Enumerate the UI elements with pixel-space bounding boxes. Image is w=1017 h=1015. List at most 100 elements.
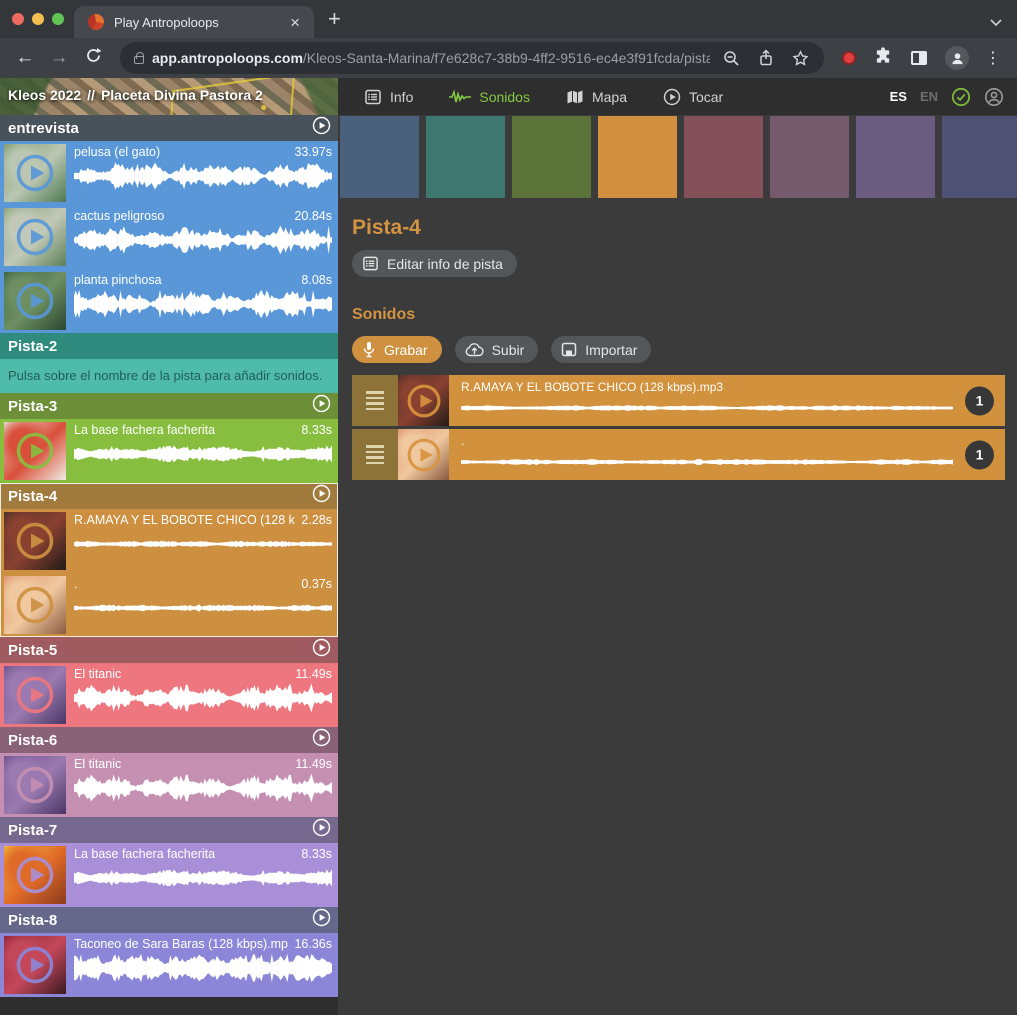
track-header[interactable]: Pista-7 [0, 817, 338, 843]
track-color-tab-1[interactable] [340, 116, 419, 198]
nav-item-tocar[interactable]: Tocar [663, 88, 723, 106]
sound-item[interactable]: planta pinchosa8.08s [0, 269, 338, 333]
grabar-button[interactable]: Grabar [352, 336, 442, 363]
window-close-button[interactable] [12, 13, 24, 25]
sound-play-button[interactable] [4, 936, 66, 994]
sound-row-content[interactable]: R.AMAYA Y EL BOBOTE CHICO (128 kbps).mp3… [449, 375, 1005, 426]
sound-duration: 8.33s [301, 847, 332, 861]
loop-count-badge: 1 [965, 440, 994, 469]
track-color-tab-7[interactable] [856, 116, 935, 198]
track-header[interactable]: Pista-8 [0, 907, 338, 933]
sound-play-button[interactable] [4, 422, 66, 480]
sound-name: R.AMAYA Y EL BOBOTE CHICO (128 kbps).mp3 [461, 380, 953, 394]
track-color-tab-2[interactable] [426, 116, 505, 198]
sound-item[interactable]: La base fachera facherita8.33s [0, 843, 338, 907]
account-icon[interactable] [984, 87, 1004, 107]
nav-item-mapa[interactable]: Mapa [566, 89, 627, 105]
track-header[interactable]: Pista-6 [0, 727, 338, 753]
sound-play-button[interactable] [4, 144, 66, 202]
tab-list-chevron-icon[interactable] [989, 14, 1003, 32]
sound-thumbnail[interactable] [4, 576, 66, 634]
share-icon[interactable] [753, 49, 779, 67]
sound-item[interactable]: La base fachera facherita8.33s [0, 419, 338, 483]
sound-play-button[interactable] [4, 846, 66, 904]
sound-item[interactable]: cactus peligroso20.84s [0, 205, 338, 269]
track-header[interactable]: Pista-2 [0, 333, 338, 359]
sound-thumbnail[interactable] [4, 666, 66, 724]
sound-play-button[interactable] [4, 666, 66, 724]
sound-item[interactable]: pelusa (el gato)33.97s [0, 141, 338, 205]
track-color-tab-8[interactable] [942, 116, 1017, 198]
track-map-thumbnail[interactable]: Kleos 2022//Placeta Divina Pastora 2 [0, 78, 338, 115]
lang-es-button[interactable]: ES [890, 89, 907, 104]
track-play-button[interactable] [312, 818, 331, 842]
breadcrumb-project[interactable]: Kleos 2022 [8, 87, 81, 103]
track-play-button[interactable] [312, 484, 331, 508]
drag-handle[interactable] [352, 429, 398, 480]
sound-play-button[interactable] [4, 208, 66, 266]
browser-tab[interactable]: Play Antropoloops × [74, 6, 314, 38]
sound-name: El titanic [74, 667, 121, 681]
sound-play-button[interactable] [4, 756, 66, 814]
track-color-tab-3[interactable] [512, 116, 591, 198]
nav-item-sonidos[interactable]: Sonidos [449, 89, 530, 105]
track-header[interactable]: Pista-5 [0, 637, 338, 663]
zoom-out-icon[interactable] [718, 50, 745, 67]
track-play-button[interactable] [312, 638, 331, 662]
reload-button[interactable] [78, 47, 108, 70]
address-bar[interactable]: app.antropoloops.com/Kleos-Santa-Marina/… [120, 42, 824, 74]
sound-thumbnail[interactable] [4, 144, 66, 202]
track-play-button[interactable] [312, 728, 331, 752]
record-extension-icon[interactable] [842, 51, 856, 65]
lang-en-button[interactable]: EN [920, 89, 938, 104]
importar-button[interactable]: Importar [551, 336, 651, 363]
sound-thumbnail[interactable] [4, 512, 66, 570]
track-color-tab-5[interactable] [684, 116, 763, 198]
sound-play-button[interactable] [398, 375, 449, 426]
sound-item[interactable]: R.AMAYA Y EL BOBOTE CHICO (128 kbps)....… [0, 509, 338, 573]
drag-handle[interactable] [352, 375, 398, 426]
forward-button[interactable]: → [44, 47, 74, 69]
extensions-puzzle-icon[interactable] [874, 46, 893, 70]
sound-thumbnail[interactable] [4, 846, 66, 904]
sound-waveform [74, 161, 332, 191]
sound-play-button[interactable] [4, 272, 66, 330]
track-color-tab-6[interactable] [770, 116, 849, 198]
window-minimize-button[interactable] [32, 13, 44, 25]
track-color-tab-4[interactable] [598, 116, 677, 198]
tab-close-icon[interactable]: × [286, 12, 304, 33]
sound-item[interactable]: Taconeo de Sara Baras (128 kbps).mp316.3… [0, 933, 338, 997]
sound-thumbnail[interactable] [4, 756, 66, 814]
sound-item[interactable]: El titanic11.49s [0, 663, 338, 727]
window-zoom-button[interactable] [52, 13, 64, 25]
nav-item-info[interactable]: Info [364, 88, 413, 106]
sound-row-content[interactable]: .1 [449, 429, 1005, 480]
sound-play-button[interactable] [398, 429, 449, 480]
sound-thumbnail[interactable] [4, 208, 66, 266]
track-play-button[interactable] [312, 394, 331, 418]
sound-play-button[interactable] [4, 512, 66, 570]
sound-play-button[interactable] [4, 576, 66, 634]
sound-thumbnail[interactable] [398, 429, 449, 480]
sound-thumbnail[interactable] [4, 422, 66, 480]
track-header[interactable]: Pista-3 [0, 393, 338, 419]
track-play-button[interactable] [312, 908, 331, 932]
edit-track-info-button[interactable]: Editar info de pista [352, 250, 517, 277]
waveform-icon [449, 89, 471, 105]
sound-item[interactable]: .0.37s [0, 573, 338, 637]
bookmark-star-icon[interactable] [787, 50, 814, 67]
sound-thumbnail[interactable] [4, 936, 66, 994]
sound-thumbnail[interactable] [398, 375, 449, 426]
breadcrumb[interactable]: Kleos 2022//Placeta Divina Pastora 2 [8, 87, 263, 103]
track-header[interactable]: entrevista [0, 115, 338, 141]
subir-button[interactable]: Subir [455, 336, 539, 363]
track-header[interactable]: Pista-4 [0, 483, 338, 509]
new-tab-button[interactable]: + [328, 8, 341, 30]
sound-thumbnail[interactable] [4, 272, 66, 330]
browser-menu-kebab-icon[interactable]: ⋮ [979, 48, 1007, 68]
track-play-button[interactable] [312, 116, 331, 140]
side-panel-icon[interactable] [911, 51, 927, 65]
sound-item[interactable]: El titanic11.49s [0, 753, 338, 817]
back-button[interactable]: ← [10, 47, 40, 69]
profile-avatar[interactable] [945, 46, 969, 70]
